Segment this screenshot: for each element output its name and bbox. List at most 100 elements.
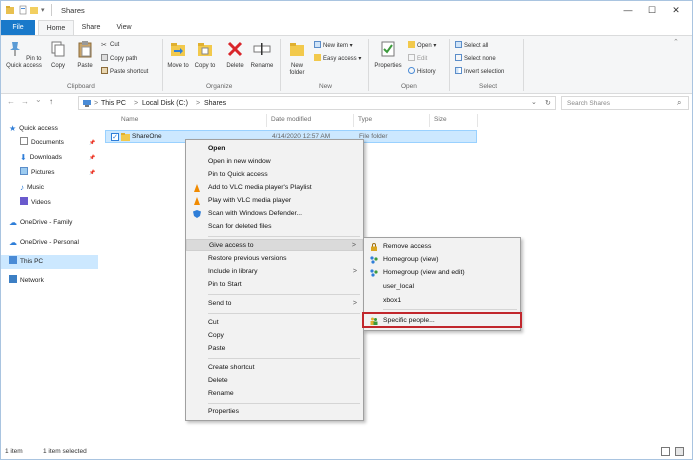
menu-label: Restore previous versions (208, 255, 287, 262)
tab-file[interactable]: File (1, 20, 35, 35)
tab-share[interactable]: Share (76, 20, 106, 35)
menu-item-scan-deleted[interactable]: Scan for deleted files (186, 221, 363, 233)
menu-item-properties[interactable]: Properties (186, 406, 363, 418)
select-none-button[interactable]: Select none (455, 54, 496, 63)
properties-icon[interactable] (19, 5, 27, 15)
new-item-button[interactable]: New item ▾ (314, 41, 353, 50)
paste-button[interactable]: Paste (73, 40, 97, 70)
new-folder-icon[interactable] (30, 5, 38, 15)
minimize-button[interactable]: — (619, 3, 637, 17)
menu-item-open-new-window[interactable]: Open in new window (186, 156, 363, 168)
move-to-button[interactable]: Move to (166, 40, 190, 70)
maximize-button[interactable]: ☐ (643, 3, 661, 17)
easy-access-button[interactable]: Easy access ▾ (314, 54, 361, 63)
submenu-item-user-local[interactable]: user_local (364, 281, 520, 293)
menu-item-pin-quick-access[interactable]: Pin to Quick access (186, 169, 363, 181)
nav-label: OneDrive - Family (20, 219, 73, 226)
copy-path-icon (101, 54, 108, 61)
tab-home[interactable]: Home (38, 20, 74, 35)
large-icons-view-icon[interactable] (675, 447, 684, 456)
breadcrumb-this-pc[interactable]: This PC (101, 100, 126, 107)
submenu-item-homegroup-view[interactable]: Homegroup (view) (364, 254, 520, 266)
forward-button[interactable]: → (21, 97, 29, 106)
close-button[interactable]: ✕ (667, 3, 685, 17)
menu-item-delete[interactable]: Delete (186, 375, 363, 387)
invert-selection-button[interactable]: Invert selection (455, 67, 504, 76)
copy-button[interactable]: Copy (47, 40, 69, 70)
history-button[interactable]: History (408, 67, 436, 76)
details-view-icon[interactable] (661, 447, 670, 456)
properties-button[interactable]: Properties (371, 40, 405, 70)
back-button[interactable]: ← (7, 97, 15, 106)
menu-item-rename[interactable]: Rename (186, 388, 363, 400)
menu-label: Create shortcut (208, 364, 255, 371)
menu-item-include-library[interactable]: Include in library > (186, 266, 363, 278)
breadcrumb-local-disk[interactable]: Local Disk (C:) (142, 100, 188, 107)
nav-videos[interactable]: Videos (20, 197, 51, 209)
recent-locations-button[interactable]: ⌄ (35, 95, 42, 104)
breadcrumb-shares[interactable]: Shares (204, 100, 226, 107)
select-all-button[interactable]: Select all (455, 41, 488, 50)
address-dropdown-button[interactable]: ⌄ (531, 98, 537, 106)
copy-path-button[interactable]: Copy path (101, 54, 137, 63)
column-separator[interactable] (477, 114, 478, 127)
column-separator[interactable] (429, 114, 430, 127)
paste-shortcut-button[interactable]: Paste shortcut (101, 67, 148, 76)
nav-network[interactable]: Network (9, 275, 44, 287)
edit-button[interactable]: Edit (408, 54, 427, 63)
menu-item-paste[interactable]: Paste (186, 343, 363, 355)
nav-quick-access[interactable]: ★ Quick access (9, 123, 58, 135)
nav-this-pc[interactable]: This PC (9, 256, 43, 268)
menu-item-cut[interactable]: Cut (186, 317, 363, 329)
menu-label: Include in library (208, 268, 258, 275)
menu-item-scan-defender[interactable]: Scan with Windows Defender... (186, 208, 363, 220)
delete-button[interactable]: Delete (223, 40, 247, 70)
up-button[interactable]: ↑ (49, 97, 53, 106)
menu-item-vlc-playlist[interactable]: Add to VLC media player's Playlist (186, 182, 363, 194)
pin-icon[interactable]: 📌 (89, 140, 95, 146)
nav-downloads[interactable]: ⬇ Downloads (20, 152, 62, 164)
videos-icon (20, 197, 28, 205)
menu-item-pin-start[interactable]: Pin to Start (186, 279, 363, 291)
new-folder-button[interactable]: New folder (284, 40, 310, 77)
menu-item-open[interactable]: Open (186, 143, 363, 155)
move-folder-icon (171, 43, 185, 56)
quick-access-dropdown-icon[interactable]: ▾ (41, 6, 45, 14)
menu-item-send-to[interactable]: Send to > (186, 298, 363, 310)
menu-item-copy[interactable]: Copy (186, 330, 363, 342)
open-button[interactable]: Open ▾ (408, 41, 436, 50)
address-bar[interactable]: > This PC > Local Disk (C:) > Shares ⌄ ↻ (78, 96, 556, 110)
column-header-type[interactable]: Type (358, 116, 372, 123)
submenu-item-remove-access[interactable]: Remove access (364, 241, 520, 253)
menu-item-restore-versions[interactable]: Restore previous versions (186, 253, 363, 265)
nav-music[interactable]: ♪ Music (20, 182, 44, 194)
rename-button[interactable]: Rename (248, 40, 276, 70)
submenu-item-homegroup-view-edit[interactable]: Homegroup (view and edit) (364, 267, 520, 279)
nav-onedrive-personal[interactable]: ☁ OneDrive - Personal (9, 237, 79, 249)
row-checkbox[interactable]: ✓ (111, 133, 119, 141)
menu-label: Remove access (383, 243, 432, 250)
menu-item-create-shortcut[interactable]: Create shortcut (186, 362, 363, 374)
search-input[interactable]: Search Shares ⌕ (561, 96, 689, 110)
cut-button[interactable]: ✂ Cut (101, 41, 119, 49)
column-header-date-modified[interactable]: Date modified (271, 116, 311, 123)
nav-onedrive-family[interactable]: ☁ OneDrive - Family (9, 217, 72, 229)
pin-icon[interactable]: 📌 (89, 170, 95, 176)
new-folder-large-icon (290, 43, 304, 56)
column-header-size[interactable]: Size (434, 116, 447, 123)
nav-pictures[interactable]: Pictures (20, 167, 54, 179)
column-separator[interactable] (266, 114, 267, 127)
menu-item-give-access[interactable]: Give access to > (186, 239, 363, 251)
submenu-item-xbox1[interactable]: xbox1 (364, 295, 520, 307)
collapse-ribbon-icon[interactable]: ⌃ (673, 38, 679, 46)
copy-to-button[interactable]: Copy to (193, 40, 217, 70)
column-header-name[interactable]: Name (121, 116, 138, 123)
tab-view[interactable]: View (109, 20, 139, 35)
refresh-button[interactable]: ↻ (545, 99, 551, 107)
column-separator[interactable] (353, 114, 354, 127)
nav-documents[interactable]: Documents (20, 137, 64, 149)
pin-to-quick-access-button[interactable]: Pin to Quick access (4, 40, 44, 70)
pin-icon[interactable]: 📌 (89, 155, 95, 161)
menu-item-vlc-play[interactable]: Play with VLC media player (186, 195, 363, 207)
menu-label: Open in new window (208, 158, 271, 165)
